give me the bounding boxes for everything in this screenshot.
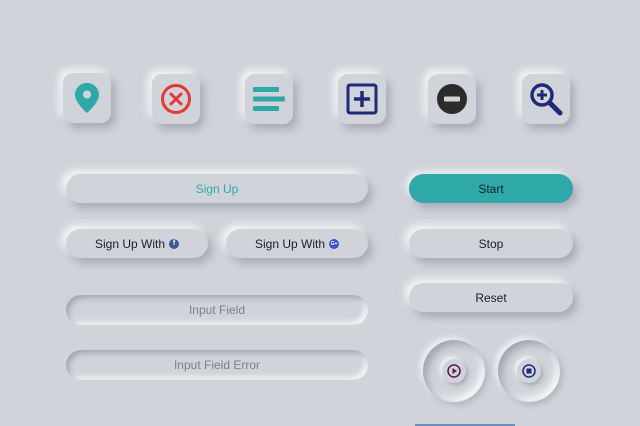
sign-up-facebook-label: Sign Up With	[94, 236, 166, 251]
stop-icon	[522, 364, 536, 378]
align-left-icon	[253, 87, 285, 111]
play-icon	[447, 364, 461, 378]
facebook-icon: f	[169, 238, 180, 249]
play-button[interactable]	[423, 340, 485, 402]
media-stop-button[interactable]	[498, 340, 560, 402]
input-field-error[interactable]: Input Field Error	[66, 350, 368, 380]
plus-tile[interactable]	[338, 74, 386, 124]
sign-up-facebook-button[interactable]: Sign Up With f	[66, 229, 208, 258]
stop-button-knob	[517, 359, 541, 383]
align-tile[interactable]	[245, 74, 293, 124]
location-pin-icon	[75, 83, 99, 113]
reset-button[interactable]: Reset	[409, 283, 573, 312]
sign-up-button[interactable]: Sign Up	[66, 174, 368, 203]
input-field[interactable]: Input Field	[66, 295, 368, 325]
sign-up-google-plus-button[interactable]: Sign Up With G+	[226, 229, 368, 258]
plus-square-icon	[346, 83, 378, 115]
close-tile[interactable]	[152, 74, 200, 124]
zoom-tile[interactable]	[522, 74, 570, 124]
google-plus-icon: G+	[329, 238, 340, 249]
minus-tile[interactable]	[428, 74, 476, 124]
zoom-in-icon	[530, 83, 563, 116]
stop-button[interactable]: Stop	[409, 229, 573, 258]
sign-up-google-plus-label: Sign Up With	[254, 236, 326, 251]
start-button[interactable]: Start	[409, 174, 573, 203]
close-circle-icon	[161, 84, 191, 114]
minus-circle-icon	[437, 84, 467, 114]
location-tile[interactable]	[63, 73, 111, 123]
play-button-knob	[442, 359, 466, 383]
